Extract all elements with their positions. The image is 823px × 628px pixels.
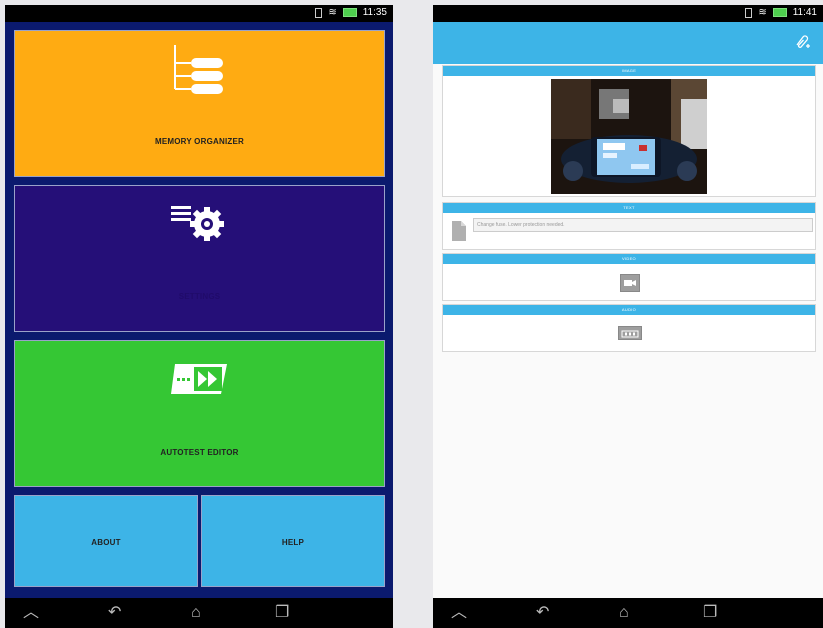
attached-photo[interactable] <box>551 79 707 194</box>
audio-clip-icon <box>621 330 639 338</box>
status-bar: ≋ 11:41 <box>433 5 823 22</box>
home-icon[interactable]: ⌂ <box>619 604 629 622</box>
video-card: VIDEO <box>442 253 816 301</box>
image-section-header: IMAGE <box>443 66 815 76</box>
video-placeholder[interactable] <box>620 274 640 292</box>
fast-forward-card-icon <box>170 364 227 394</box>
status-bar: ≋ 11:35 <box>5 5 393 22</box>
right-device-screen: ≋ 11:41 IMAGE TEXT Change fuse. Lower pr… <box>433 5 823 628</box>
paperclip-add-icon[interactable] <box>793 33 811 51</box>
recents-icon[interactable]: ❐ <box>703 604 717 622</box>
navigation-bar: ︿ ↶ ⌂ ❐ <box>433 598 823 628</box>
wifi-icon: ≋ <box>328 7 337 18</box>
home-icon[interactable]: ⌂ <box>191 604 201 622</box>
image-card: IMAGE <box>442 65 816 197</box>
back-icon[interactable]: ↶ <box>108 604 121 622</box>
left-device-screen: ≋ 11:35 MEMORY ORGANIZER SETTINGS AUTOTE… <box>5 5 393 628</box>
action-bar <box>433 22 823 64</box>
memory-organizer-label: MEMORY ORGANIZER <box>155 137 244 146</box>
tree-list-icon <box>173 45 223 94</box>
wifi-icon: ≋ <box>758 7 767 18</box>
settings-tile[interactable]: SETTINGS <box>14 185 385 332</box>
memory-organizer-tile[interactable]: MEMORY ORGANIZER <box>14 30 385 177</box>
status-time: 11:41 <box>792 7 817 18</box>
about-label: ABOUT <box>91 538 121 547</box>
text-note-field[interactable]: Change fuse. Lower protection needed. <box>473 218 813 232</box>
text-card: TEXT Change fuse. Lower protection neede… <box>442 202 816 250</box>
recents-icon[interactable]: ❐ <box>275 604 289 622</box>
battery-icon <box>342 8 357 17</box>
about-tile[interactable]: ABOUT <box>14 495 198 587</box>
help-tile[interactable]: HELP <box>201 495 385 587</box>
home-up-icon[interactable]: ︿ <box>23 604 39 622</box>
home-up-icon[interactable]: ︿ <box>451 604 467 622</box>
text-section-header: TEXT <box>443 203 815 213</box>
video-camera-icon <box>624 280 636 286</box>
status-time: 11:35 <box>362 7 387 18</box>
battery-icon <box>772 8 787 17</box>
audio-section-header: AUDIO <box>443 305 815 315</box>
autotest-editor-label: AUTOTEST EDITOR <box>160 448 239 457</box>
navigation-bar: ︿ ↶ ⌂ ❐ <box>5 598 393 628</box>
video-section-header: VIDEO <box>443 254 815 264</box>
autotest-editor-tile[interactable]: AUTOTEST EDITOR <box>14 340 385 487</box>
phone-icon <box>745 7 753 18</box>
audio-placeholder[interactable] <box>618 326 642 340</box>
document-icon <box>452 221 466 241</box>
list-gear-icon <box>170 206 224 241</box>
phone-icon <box>315 7 323 18</box>
back-icon[interactable]: ↶ <box>536 604 549 622</box>
help-label: HELP <box>281 538 305 547</box>
audio-card: AUDIO <box>442 304 816 352</box>
settings-label: SETTINGS <box>178 292 221 301</box>
